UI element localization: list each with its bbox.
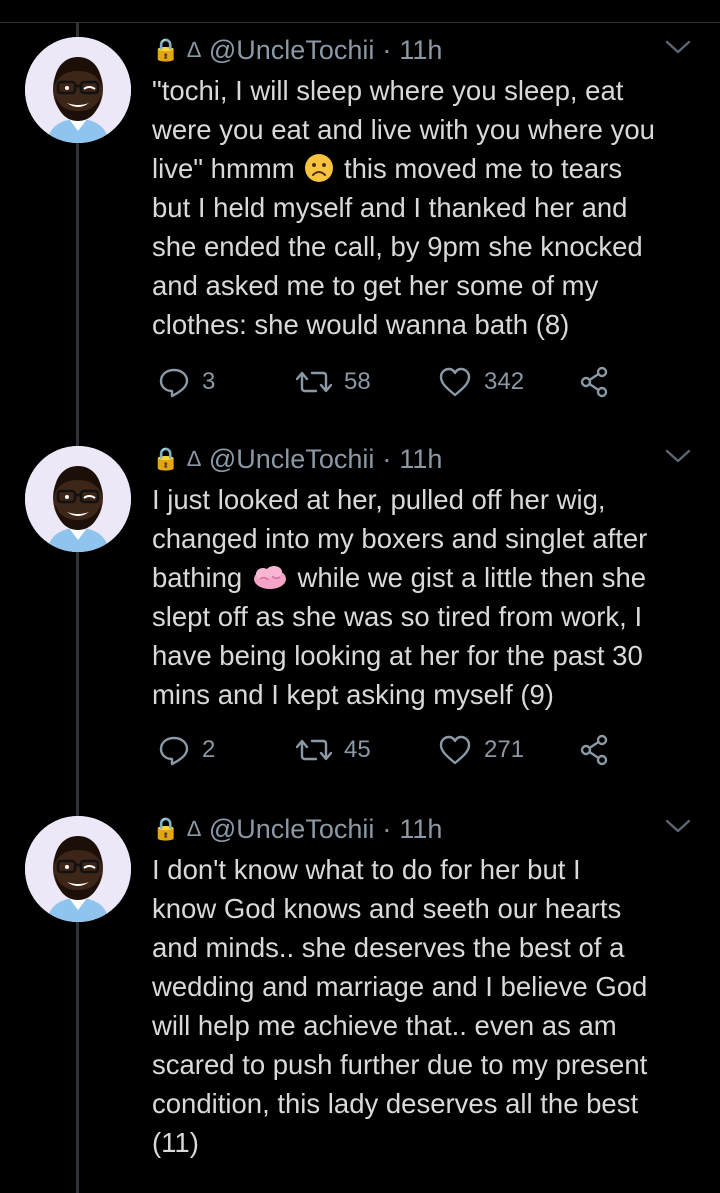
reply-count: 2 bbox=[202, 736, 216, 763]
handle[interactable]: @UncleTochii bbox=[209, 444, 374, 475]
worried-face-emoji bbox=[305, 154, 334, 182]
text-line: condition, this lady deserves all the be… bbox=[152, 1088, 639, 1119]
timestamp[interactable]: 11h bbox=[399, 35, 442, 66]
text-line: live" hmmm this moved me to tears bbox=[152, 149, 700, 188]
tweet-text: I just looked at her, pulled off her wig… bbox=[152, 480, 700, 714]
text-line: and minds.. she deserves the best of a bbox=[152, 932, 625, 963]
text-line: were you eat and live with you where you bbox=[152, 114, 655, 145]
share-button[interactable] bbox=[578, 734, 622, 766]
text-line: know God knows and seeth our hearts bbox=[152, 893, 622, 924]
avatar[interactable] bbox=[25, 446, 131, 552]
tweet-header: 🔒 ∆ @UncleTochii · 11h bbox=[152, 442, 442, 476]
retweet-icon bbox=[296, 366, 332, 398]
like-button[interactable]: 342 bbox=[438, 366, 524, 398]
text-line: I don't know what to do for her but I bbox=[152, 854, 581, 885]
pink-cloud-brain-emoji bbox=[253, 566, 286, 589]
thread-line bbox=[76, 22, 79, 1193]
separator: · bbox=[382, 443, 392, 474]
chevron-down-icon[interactable] bbox=[664, 446, 692, 466]
chevron-down-icon[interactable] bbox=[664, 816, 692, 836]
separator: · bbox=[382, 813, 392, 844]
reply-button[interactable]: 3 bbox=[158, 366, 215, 398]
verified-icon: ∆ bbox=[187, 816, 201, 841]
handle[interactable]: @UncleTochii bbox=[209, 35, 374, 66]
tweet-header: 🔒 ∆ @UncleTochii · 11h bbox=[152, 33, 442, 67]
tweet-header: 🔒 ∆ @UncleTochii · 11h bbox=[152, 812, 442, 846]
heart-icon bbox=[438, 366, 472, 398]
action-bar: 2 45 271 bbox=[158, 734, 638, 766]
text-line: scared to push further due to my present bbox=[152, 1049, 648, 1080]
lock-icon: 🔒 bbox=[152, 816, 180, 841]
action-bar: 3 58 342 bbox=[158, 366, 638, 398]
retweet-count: 58 bbox=[344, 368, 371, 395]
retweet-count: 45 bbox=[344, 736, 371, 763]
text-line: will help me achieve that.. even as am bbox=[152, 1010, 617, 1041]
text-line: I just looked at her, pulled off her wig… bbox=[152, 484, 606, 515]
text-line: (11) bbox=[152, 1127, 199, 1158]
chevron-down-icon[interactable] bbox=[664, 37, 692, 57]
reply-icon bbox=[158, 366, 190, 398]
reply-count: 3 bbox=[202, 368, 216, 395]
timestamp[interactable]: 11h bbox=[399, 444, 442, 475]
text-line: slept off as she was so tired from work,… bbox=[152, 601, 643, 632]
retweet-button[interactable]: 45 bbox=[296, 734, 371, 766]
reply-button[interactable]: 2 bbox=[158, 734, 215, 766]
text-segment: while we gist a little then she bbox=[289, 562, 647, 593]
text-line: and asked me to get her some of my bbox=[152, 270, 599, 301]
like-count: 342 bbox=[484, 368, 525, 395]
verified-icon: ∆ bbox=[187, 37, 201, 62]
text-line: mins and I kept asking myself (9) bbox=[152, 679, 554, 710]
text-segment: bathing bbox=[152, 562, 243, 593]
share-icon bbox=[578, 734, 610, 766]
avatar[interactable] bbox=[25, 37, 131, 143]
text-line: but I held myself and I thanked her and bbox=[152, 192, 628, 223]
timestamp[interactable]: 11h bbox=[399, 814, 442, 845]
text-line: she ended the call, by 9pm she knocked bbox=[152, 231, 643, 262]
top-divider bbox=[0, 0, 720, 23]
avatar[interactable] bbox=[25, 816, 131, 922]
separator: · bbox=[382, 34, 392, 65]
lock-icon: 🔒 bbox=[152, 37, 180, 62]
share-icon bbox=[578, 366, 610, 398]
text-line: "tochi, I will sleep where you sleep, ea… bbox=[152, 75, 624, 106]
share-button[interactable] bbox=[578, 366, 622, 398]
tweet-text: "tochi, I will sleep where you sleep, ea… bbox=[152, 71, 700, 344]
retweet-icon bbox=[296, 734, 332, 766]
text-line: clothes: she would wanna bath (8) bbox=[152, 309, 570, 340]
text-line: changed into my boxers and singlet after bbox=[152, 523, 648, 554]
heart-icon bbox=[438, 734, 472, 766]
like-count: 271 bbox=[484, 736, 525, 763]
tweet-text: I don't know what to do for her but I kn… bbox=[152, 850, 700, 1162]
text-segment: this moved me to tears bbox=[336, 153, 623, 184]
reply-icon bbox=[158, 734, 190, 766]
text-line: wedding and marriage and I believe God bbox=[152, 971, 648, 1002]
text-line: have being looking at her for the past 3… bbox=[152, 640, 643, 671]
lock-icon: 🔒 bbox=[152, 446, 180, 471]
like-button[interactable]: 271 bbox=[438, 734, 524, 766]
verified-icon: ∆ bbox=[187, 446, 201, 471]
retweet-button[interactable]: 58 bbox=[296, 366, 371, 398]
text-line: bathing while we gist a little then she bbox=[152, 558, 700, 597]
handle[interactable]: @UncleTochii bbox=[209, 814, 374, 845]
text-segment: live" hmmm bbox=[152, 153, 295, 184]
